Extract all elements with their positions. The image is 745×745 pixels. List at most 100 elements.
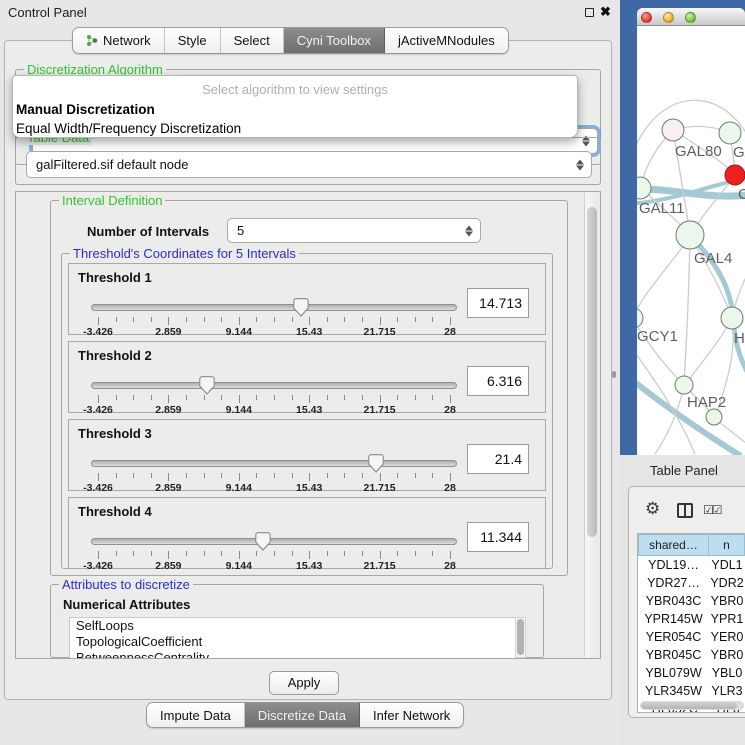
slider-track[interactable]	[91, 304, 457, 311]
table-row[interactable]: YLR345WYLR3	[638, 682, 745, 700]
attributes-list-scrollbar[interactable]	[515, 617, 526, 658]
attributes-group: Attributes to discretize Numerical Attri…	[50, 584, 544, 658]
network-window-titlebar[interactable]	[637, 8, 745, 26]
table-row[interactable]: YBL079WYBL0	[638, 664, 745, 682]
attribute-item-topologicalcoefficient[interactable]: TopologicalCoefficient	[70, 634, 515, 650]
combo-spinner-icon	[576, 159, 584, 170]
numerical-attributes-list[interactable]: SelfLoopsTopologicalCoefficientBetweenne…	[69, 617, 515, 658]
network-edge[interactable]	[690, 237, 731, 316]
tab-cyni-toolbox[interactable]: Cyni Toolbox	[284, 28, 385, 53]
scrollbar-thumb[interactable]	[641, 702, 737, 709]
threshold-slider[interactable]: -3.4262.8599.14415.4321.71528	[98, 458, 450, 490]
attribute-item-selfloops[interactable]: SelfLoops	[70, 618, 515, 634]
threshold-value-field[interactable]: 6.316	[467, 366, 529, 396]
algorithm-option-manual-discretization[interactable]: Manual Discretization	[13, 100, 577, 119]
slider-tick	[327, 317, 328, 322]
slider-tick-label: 15.43	[296, 404, 322, 416]
number-of-intervals-combobox[interactable]: 5	[227, 218, 481, 243]
slider-tick	[151, 473, 152, 478]
cyni-toolbox-tabbar: Impute DataDiscretize DataInfer Network	[146, 702, 464, 728]
table-row[interactable]: YPR145WYPR1	[638, 610, 745, 628]
threshold-value-field[interactable]: 21.4	[467, 444, 529, 474]
algorithm-option-equal-width-frequency-discretization[interactable]: Equal Width/Frequency Discretization	[13, 119, 577, 138]
network-edge[interactable]	[637, 237, 690, 316]
settings-gear-icon[interactable]: ⚙	[645, 499, 660, 519]
scrollbar-thumb[interactable]	[517, 619, 524, 655]
column-header-name[interactable]: n	[709, 534, 745, 556]
slider-tick	[133, 317, 134, 322]
close-traffic-light-icon[interactable]	[641, 12, 652, 23]
network-edge[interactable]	[687, 320, 731, 382]
tab-network[interactable]: Network	[73, 28, 165, 53]
tab-discretize-data[interactable]: Discretize Data	[245, 703, 360, 727]
tab-infer-network[interactable]: Infer Network	[360, 703, 463, 727]
control-panel-body: Discretization Algorithm Table Data galF…	[4, 40, 612, 700]
panel-resize-grip[interactable]	[612, 371, 616, 378]
slider-thumb[interactable]	[199, 376, 215, 395]
vertical-scrollbar[interactable]	[584, 193, 599, 657]
table-horizontal-scrollbar[interactable]	[640, 701, 744, 710]
table-cell: YBR0	[709, 592, 745, 610]
threshold-slider[interactable]: -3.4262.8599.14415.4321.71528	[98, 302, 450, 334]
slider-thumb[interactable]	[293, 298, 309, 317]
close-icon[interactable]: ✖	[600, 4, 611, 20]
thresholds-group-title: Threshold's Coordinates for 5 Intervals	[70, 246, 299, 261]
network-edge[interactable]	[655, 386, 684, 454]
float-window-icon[interactable]	[585, 8, 594, 17]
table-data-group: Table Data galFiltered.sif default node	[15, 137, 601, 185]
scrollbar-thumb[interactable]	[587, 207, 597, 537]
network-node-hap2[interactable]	[675, 376, 693, 394]
slider-tick	[344, 551, 345, 556]
slider-tick	[450, 551, 451, 559]
slider-tick	[256, 395, 257, 400]
tab-label: jActiveMNodules	[398, 33, 495, 48]
tab-impute-data[interactable]: Impute Data	[147, 703, 245, 727]
slider-thumb[interactable]	[368, 454, 384, 473]
network-node-gal4[interactable]	[676, 221, 704, 249]
slider-tick	[292, 473, 293, 478]
tab-select[interactable]: Select	[221, 28, 284, 53]
slider-thumb[interactable]	[255, 532, 271, 551]
slider-tick	[397, 317, 398, 322]
algorithm-dropdown-placeholder: Select algorithm to view settings	[13, 81, 577, 100]
tab-style[interactable]: Style	[165, 28, 221, 53]
slider-tick	[204, 551, 205, 556]
slider-track[interactable]	[91, 538, 457, 545]
select-columns-checkboxes-icon[interactable]: ☑☑	[703, 503, 721, 517]
apply-button[interactable]: Apply	[269, 671, 339, 695]
network-node-gcy1[interactable]	[637, 308, 643, 328]
slider-tick-label: 9.144	[226, 326, 252, 338]
table-row[interactable]: YDR27…YDR2	[638, 574, 745, 592]
table-data-combobox[interactable]: galFiltered.sif default node	[26, 151, 592, 178]
network-node[interactable]	[706, 409, 722, 425]
slider-tick-label: 2.859	[155, 404, 181, 416]
network-node-ga[interactable]	[719, 122, 741, 144]
threshold-value-field[interactable]: 11.344	[467, 522, 529, 552]
slider-tick	[98, 551, 99, 559]
network-node-gal80[interactable]	[662, 119, 684, 141]
table-row[interactable]: YER054CYER0	[638, 628, 745, 646]
zoom-traffic-light-icon[interactable]	[685, 12, 696, 23]
slider-tick	[450, 473, 451, 481]
threshold-label: Threshold 2	[78, 348, 152, 363]
threshold-slider[interactable]: -3.4262.8599.14415.4321.71528	[98, 380, 450, 412]
network-node-h[interactable]	[721, 307, 743, 329]
slider-tick	[292, 395, 293, 400]
minimize-traffic-light-icon[interactable]	[663, 12, 674, 23]
tab-jactivemnodules[interactable]: jActiveMNodules	[385, 28, 508, 53]
table-row[interactable]: YDL19…YDL1	[638, 556, 745, 574]
threshold-value-field[interactable]: 14.713	[467, 288, 529, 318]
network-edge[interactable]	[684, 237, 690, 383]
threshold-slider[interactable]: -3.4262.8599.14415.4321.71528	[98, 536, 450, 568]
column-header-shared-name[interactable]: shared…	[638, 534, 709, 556]
network-canvas[interactable]: GAL80GACGAL11GAL4GCY1HHAP2	[637, 26, 745, 455]
attribute-item-betweennesscentrality[interactable]: BetweennessCentrality	[70, 650, 515, 658]
slider-tick-label: 28	[444, 482, 456, 494]
slider-tick-label: 15.43	[296, 560, 322, 572]
slider-track[interactable]	[91, 382, 457, 389]
table-row[interactable]: YBR045CYBR0	[638, 646, 745, 664]
column-layout-icon[interactable]	[677, 503, 693, 518]
table-row[interactable]: YBR043CYBR0	[638, 592, 745, 610]
network-node-c[interactable]	[725, 165, 745, 185]
slider-track[interactable]	[91, 460, 457, 467]
